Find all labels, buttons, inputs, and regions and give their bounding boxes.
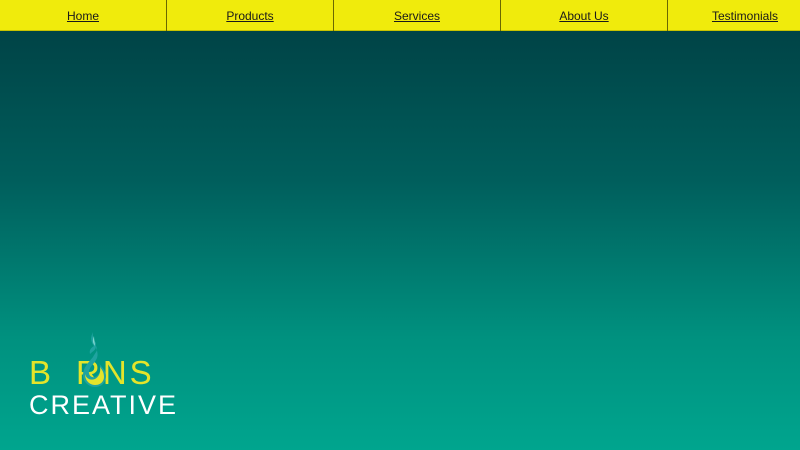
logo-wordmark: B RNS — [29, 330, 221, 390]
nav-link-about-us[interactable]: About Us — [559, 9, 608, 23]
flame-drop-icon — [83, 332, 106, 387]
nav-link-testimonials[interactable]: Testimonials — [712, 9, 778, 23]
brand-logo[interactable]: B RNS CREATIVE — [29, 330, 221, 422]
nav-item-services: Services — [334, 0, 501, 31]
logo-tagline: CREATIVE — [29, 390, 179, 420]
top-navigation: Home Products Services About Us Testimon… — [0, 0, 800, 31]
logo-letter-b: B — [29, 354, 55, 391]
nav-link-services[interactable]: Services — [394, 9, 440, 23]
nav-item-home: Home — [0, 0, 167, 31]
nav-item-testimonials: Testimonials — [668, 0, 800, 31]
nav-link-home[interactable]: Home — [67, 9, 99, 23]
nav-item-products: Products — [167, 0, 334, 31]
nav-item-about-us: About Us — [501, 0, 668, 31]
nav-link-products[interactable]: Products — [226, 9, 273, 23]
